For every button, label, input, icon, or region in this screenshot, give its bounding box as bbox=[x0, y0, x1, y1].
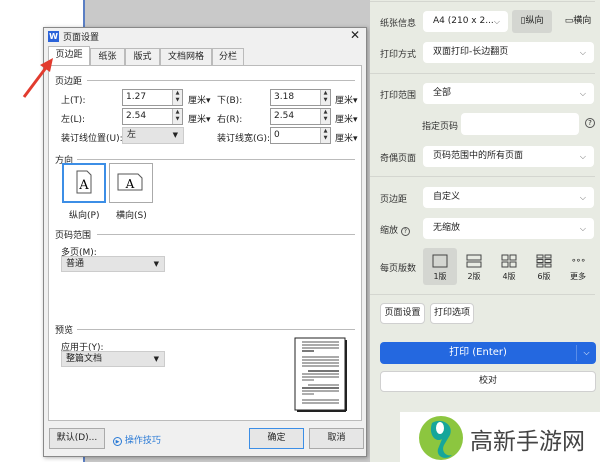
preview-section-label: 预览 bbox=[55, 326, 74, 336]
per-page-label: 每页版数 bbox=[380, 264, 417, 274]
page-setup-button[interactable]: 页面设置 bbox=[380, 303, 425, 324]
page-preview bbox=[294, 337, 347, 412]
dialog-title: 页面设置 bbox=[63, 33, 100, 43]
margin-label: 页边距 bbox=[380, 195, 408, 205]
unit-dropdown[interactable]: 厘米▾ bbox=[335, 93, 358, 106]
spinner-icon: ▲ ▼ bbox=[320, 109, 330, 124]
print-settings-panel: 纸张信息 A4 (210 x 2... ⌵ ▯纵向 ▭横向 打印方式 双面打印-长… bbox=[370, 0, 600, 462]
logo-mark-icon bbox=[419, 416, 463, 460]
pages-label: 指定页码 bbox=[422, 122, 459, 132]
chevron-down-icon: ⌵ bbox=[579, 48, 586, 57]
chevron-down-icon: ⌵ bbox=[579, 224, 586, 233]
play-icon: ▶ bbox=[113, 437, 122, 446]
print-options-button[interactable]: 打印选项 bbox=[430, 303, 474, 324]
top-label: 上(T): bbox=[61, 96, 86, 106]
paper-label: 纸张信息 bbox=[380, 19, 417, 29]
right-label: 右(R): bbox=[217, 115, 243, 125]
svg-text:A: A bbox=[78, 178, 89, 193]
landscape-label: 横向(S) bbox=[116, 211, 147, 221]
portrait-option[interactable]: A bbox=[62, 163, 106, 203]
multi-page-select[interactable]: 普通 ▼ bbox=[61, 256, 165, 272]
zoom-label: 缩放 ? bbox=[380, 223, 410, 236]
landscape-page-icon: A bbox=[117, 173, 143, 191]
top-margin-input[interactable]: 1.27 ▲ ▼ bbox=[122, 89, 183, 106]
two-pages-icon bbox=[457, 251, 491, 271]
one-page-icon bbox=[423, 251, 457, 271]
unit-dropdown[interactable]: 厘米▾ bbox=[188, 112, 211, 125]
portrait-label: 纵向(P) bbox=[69, 211, 100, 221]
tab-columns[interactable]: 分栏 bbox=[212, 48, 244, 66]
six-pages-icon bbox=[527, 251, 561, 271]
per-page-more[interactable]: ∘∘∘ 更多 bbox=[561, 248, 595, 285]
per-page-1[interactable]: 1版 bbox=[423, 248, 457, 285]
print-button[interactable]: 打印 (Enter) ⌵ bbox=[380, 342, 596, 364]
per-page-4[interactable]: 4版 bbox=[492, 248, 526, 285]
right-margin-input[interactable]: 2.54 ▲ ▼ bbox=[270, 108, 331, 125]
portrait-page-icon: A bbox=[76, 170, 92, 194]
left-margin-input[interactable]: 2.54 ▲ ▼ bbox=[122, 108, 183, 125]
spinner-icon: ▲ ▼ bbox=[320, 128, 330, 143]
portrait-button[interactable]: ▯纵向 bbox=[512, 10, 552, 33]
logo-text: 高新手游网 bbox=[470, 429, 585, 455]
cancel-button[interactable]: 取消 bbox=[309, 428, 364, 449]
help-icon[interactable]: ? bbox=[585, 118, 595, 128]
red-arrow-annotation bbox=[22, 58, 53, 98]
landscape-button[interactable]: ▭横向 bbox=[558, 10, 598, 33]
page-setup-dialog: W 页面设置 ✕ 页边距 纸张 版式 文档网格 分栏 页边距 上(T): 1.2… bbox=[43, 27, 367, 457]
bottom-margin-input[interactable]: 3.18 ▲ ▼ bbox=[270, 89, 331, 106]
odd-even-select[interactable]: 页码范围中的所有页面 ⌵ bbox=[423, 146, 594, 167]
mode-label: 打印方式 bbox=[380, 50, 417, 60]
help-icon: ? bbox=[400, 227, 410, 236]
svg-text:A: A bbox=[125, 177, 135, 191]
zoom-select[interactable]: 无缩放 ⌵ bbox=[423, 218, 594, 239]
gutter-position-select[interactable]: 左 ▼ bbox=[122, 127, 184, 144]
more-icon: ∘∘∘ bbox=[571, 256, 586, 266]
spinner-icon: ▲ ▼ bbox=[172, 90, 182, 105]
unit-dropdown[interactable]: 厘米▾ bbox=[188, 93, 211, 106]
per-page-6[interactable]: 6版 bbox=[527, 248, 561, 285]
page-range-section-label: 页码范围 bbox=[55, 231, 92, 241]
tab-doc-grid[interactable]: 文档网格 bbox=[160, 48, 212, 66]
proof-button[interactable]: 校对 bbox=[380, 371, 596, 392]
spinner-icon: ▲ ▼ bbox=[320, 90, 330, 105]
spinner-icon: ▲ ▼ bbox=[172, 109, 182, 124]
apply-to-select[interactable]: 整篇文档 ▼ bbox=[61, 351, 165, 367]
gutter-width-input[interactable]: 0 ▲ ▼ bbox=[270, 127, 331, 144]
margin-select[interactable]: 自定义 ⌵ bbox=[423, 187, 594, 208]
range-select[interactable]: 全部 ⌵ bbox=[423, 83, 594, 104]
default-button[interactable]: 默认(D)... bbox=[49, 428, 105, 449]
chevron-down-icon: ⌵ bbox=[493, 17, 500, 26]
odd-even-label: 奇偶页面 bbox=[380, 154, 417, 164]
paper-select[interactable]: A4 (210 x 2... ⌵ bbox=[423, 11, 508, 32]
bottom-label: 下(B): bbox=[217, 96, 243, 106]
four-pages-icon bbox=[492, 251, 526, 271]
wps-writer-icon: W bbox=[48, 31, 59, 42]
chevron-down-icon: ⌵ bbox=[579, 89, 586, 98]
tab-paper[interactable]: 纸张 bbox=[90, 48, 125, 66]
tab-layout[interactable]: 版式 bbox=[125, 48, 160, 66]
chevron-down-icon: ⌵ bbox=[579, 193, 586, 202]
range-label: 打印范围 bbox=[380, 91, 417, 101]
gutter-width-label: 装订线宽(G): bbox=[217, 134, 271, 144]
close-icon[interactable]: ✕ bbox=[350, 28, 360, 42]
site-logo: 高新手游网 bbox=[400, 412, 600, 462]
pages-input[interactable] bbox=[461, 113, 579, 135]
unit-dropdown[interactable]: 厘米▾ bbox=[335, 131, 358, 144]
gutter-position-label: 装订线位置(U): bbox=[61, 134, 123, 144]
tips-link[interactable]: ▶ 操作技巧 bbox=[113, 433, 161, 446]
left-label: 左(L): bbox=[61, 115, 86, 125]
mode-select[interactable]: 双面打印-长边翻页 ⌵ bbox=[423, 42, 594, 63]
chevron-down-icon: ⌵ bbox=[579, 152, 586, 161]
landscape-option[interactable]: A bbox=[109, 163, 153, 203]
landscape-icon: ▭ bbox=[564, 16, 574, 26]
ok-button[interactable]: 确定 bbox=[249, 428, 304, 449]
chevron-down-icon: ⌵ bbox=[576, 345, 596, 361]
tab-content: 页边距 上(T): 1.27 ▲ ▼ 厘米▾ 下(B): 3.18 ▲ ▼ 厘米▾ 左(… bbox=[48, 65, 362, 421]
per-page-2[interactable]: 2版 bbox=[457, 248, 491, 285]
unit-dropdown[interactable]: 厘米▾ bbox=[335, 112, 358, 125]
